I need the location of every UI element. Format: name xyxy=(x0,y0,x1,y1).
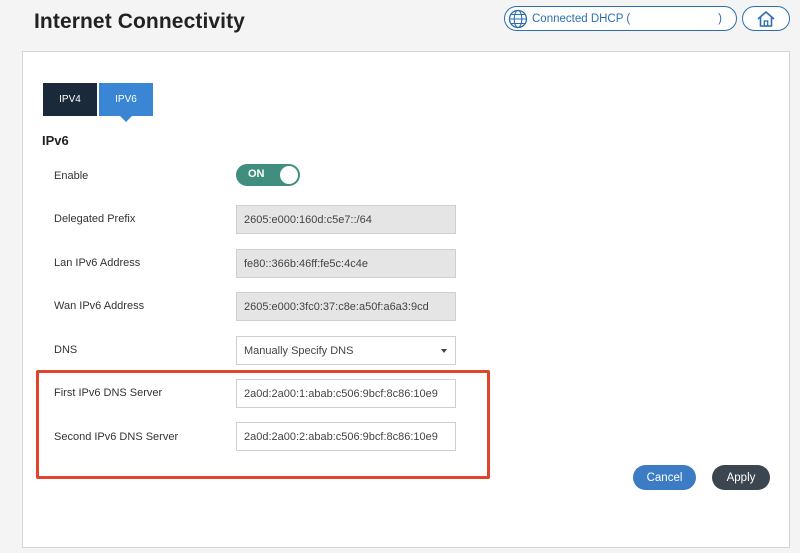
delegated-prefix-label: Delegated Prefix xyxy=(54,213,136,225)
home-icon xyxy=(757,10,775,27)
lan-ipv6-field: fe80::366b:46ff:fe5c:4c4e xyxy=(236,249,456,278)
connection-status[interactable]: Connected DHCP ( ) xyxy=(504,6,737,31)
caret-down-icon xyxy=(441,349,447,353)
first-dns-label: First IPv6 DNS Server xyxy=(54,387,163,399)
page-title: Internet Connectivity xyxy=(34,10,245,33)
enable-toggle-text: ON xyxy=(248,168,265,180)
first-dns-input[interactable]: 2a0d:2a00:1:abab:c506:9bcf:8c86:10e9 xyxy=(236,379,456,408)
dns-select[interactable]: Manually Specify DNS xyxy=(236,336,456,365)
delegated-prefix-field: 2605:e000:160d:c5e7::/64 xyxy=(236,205,456,234)
dns-label: DNS xyxy=(54,344,78,356)
settings-panel: IPV4 IPV6 IPv6 Enable ON Delegated Prefi… xyxy=(22,51,790,548)
apply-button[interactable]: Apply xyxy=(712,465,770,490)
cancel-button[interactable]: Cancel xyxy=(633,465,696,490)
tab-ipv4[interactable]: IPV4 xyxy=(43,83,97,116)
connection-status-close: ) xyxy=(718,12,722,25)
enable-label: Enable xyxy=(54,170,89,182)
active-tab-indicator xyxy=(120,116,132,122)
globe-icon xyxy=(508,9,528,28)
wan-ipv6-label: Wan IPv6 Address xyxy=(54,300,145,312)
toggle-knob xyxy=(280,166,298,184)
tab-ipv6[interactable]: IPV6 xyxy=(99,83,153,116)
connection-status-text: Connected DHCP ( xyxy=(532,12,631,25)
lan-ipv6-label: Lan IPv6 Address xyxy=(54,257,141,269)
wan-ipv6-field: 2605:e000:3fc0:37:c8e:a50f:a6a3:9cd xyxy=(236,292,456,321)
dns-select-value: Manually Specify DNS xyxy=(244,344,354,357)
enable-toggle[interactable]: ON xyxy=(236,164,300,186)
second-dns-label: Second IPv6 DNS Server xyxy=(54,431,179,443)
section-title: IPv6 xyxy=(42,133,69,148)
second-dns-input[interactable]: 2a0d:2a00:2:abab:c506:9bcf:8c86:10e9 xyxy=(236,422,456,451)
home-button[interactable] xyxy=(742,6,790,31)
